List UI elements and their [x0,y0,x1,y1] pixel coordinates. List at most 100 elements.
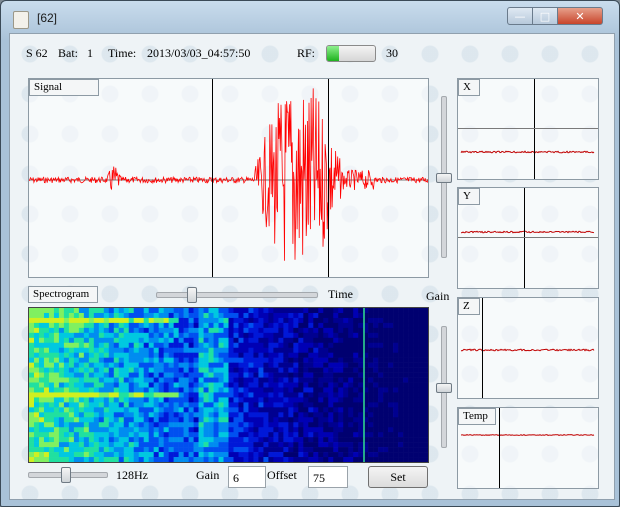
spectrogram-cell [113,452,120,458]
spectrogram-cell [153,342,159,349]
spectrogram-gain-slider[interactable] [436,326,452,448]
spectrogram-cell [298,432,304,438]
spectrogram-cell [358,308,364,314]
set-button[interactable]: Set [368,466,428,488]
spectrogram-cell [293,337,299,344]
spectrogram-cell [413,432,419,438]
spectrogram-cell [303,457,309,462]
spectrogram-cell [138,452,145,458]
spectrogram-cell [93,452,100,458]
spectrogram-cell [413,397,419,403]
spectrogram-cell [418,427,424,433]
spectrogram-cell [278,372,284,378]
spectrogram-cell [43,317,50,324]
spectrogram-cell [243,387,249,393]
spectrogram-cell [258,347,264,354]
spectrogram-cell [123,417,130,423]
spectrogram-gain-thumb[interactable] [436,383,452,393]
spectrogram-cell [368,332,374,339]
spectrogram-cell [53,387,60,393]
spectrogram-cell [193,442,199,448]
spectrogram-cell [258,377,264,383]
spectrogram-cell [43,442,50,448]
spectrogram-cell [213,442,219,448]
spectrogram-cell [298,352,304,358]
spectrogram-cell [188,308,194,314]
spectrogram-cell [208,387,214,393]
spectrogram-cell [203,337,209,344]
spectrogram-cell [148,432,154,438]
spectrogram-cell [98,402,105,408]
spectrogram-cell [223,357,229,363]
title-bar[interactable]: [62] — □ ✕ [1,1,619,35]
spectrogram-cell [29,417,35,423]
maximize-button[interactable]: □ [532,7,558,25]
spectrogram-cell [153,427,159,433]
spectrogram-cell [293,367,299,373]
spectrogram-cell [223,337,229,344]
minimize-button[interactable]: — [507,7,533,25]
spectrogram-cell [48,422,55,428]
spectrogram-cell [83,357,90,363]
spectrogram-cell [143,377,149,383]
spectrogram-cell [68,392,75,398]
spectrogram-cell [138,332,145,339]
spectrogram-cell [328,397,334,403]
spectrogram-cell [93,432,100,438]
spectrogram-cell [38,332,45,339]
spectrogram-cell [88,427,95,433]
spectrogram-cell [163,382,169,388]
spectrogram-cell [393,452,399,458]
spectrogram-cell [323,382,329,388]
spectrogram-cell [213,407,219,413]
spectrogram-cell [353,397,359,403]
frequency-slider[interactable] [28,467,108,483]
spectrogram-cell [298,407,304,413]
spectrogram-cell [393,322,399,329]
spectrogram-cell [178,417,184,423]
spectrogram-cell [178,352,184,358]
spectrogram-cell [378,322,384,329]
spectrogram-cell [338,447,344,453]
spectrogram-cell [218,327,224,334]
spectrogram-cell [353,372,359,378]
spectrogram-cell [53,332,60,339]
signal-gain-slider[interactable] [436,96,452,258]
spectrogram-cell [133,342,140,349]
spectrogram-cell [138,417,145,423]
spectrogram-cell [148,387,154,393]
offset-input[interactable]: 75 [308,466,348,488]
spectrogram-cell [333,392,339,398]
time-slider-thumb[interactable] [187,287,198,303]
spectrogram-cell [423,382,428,388]
spectrogram-cell [123,402,130,408]
signal-gain-thumb[interactable] [436,173,452,183]
time-slider[interactable] [156,287,318,303]
spectrogram-cell [88,382,95,388]
spectrogram-cell [298,417,304,423]
spectrogram-cell [118,317,125,324]
spectrogram-cell [383,397,389,403]
spectrogram-cell [348,437,354,443]
spectrogram-cell [218,352,224,358]
spectrogram-cell [223,332,229,339]
spectrogram-cell [203,352,209,358]
spectrogram-cell [383,317,389,324]
spectrogram-cell [208,437,214,443]
spectrogram-cell [288,452,294,458]
spectrogram-cell [278,322,284,329]
spectrogram-cell [83,422,90,428]
spectrogram-cell [128,417,135,423]
spectrogram-cell [178,317,184,324]
spectrogram-cell [308,437,314,443]
spectrogram-cell [213,377,219,383]
spectrogram-cell [103,347,110,354]
spectrogram-cell [413,457,419,462]
frequency-slider-thumb[interactable] [60,467,71,483]
gain-input[interactable]: 6 [228,466,266,488]
spectrogram-cell [33,322,40,329]
close-button[interactable]: ✕ [557,7,603,25]
spectrogram-cell [208,317,214,324]
spectrogram-cell [168,442,174,448]
spectrogram-cell [173,377,179,383]
